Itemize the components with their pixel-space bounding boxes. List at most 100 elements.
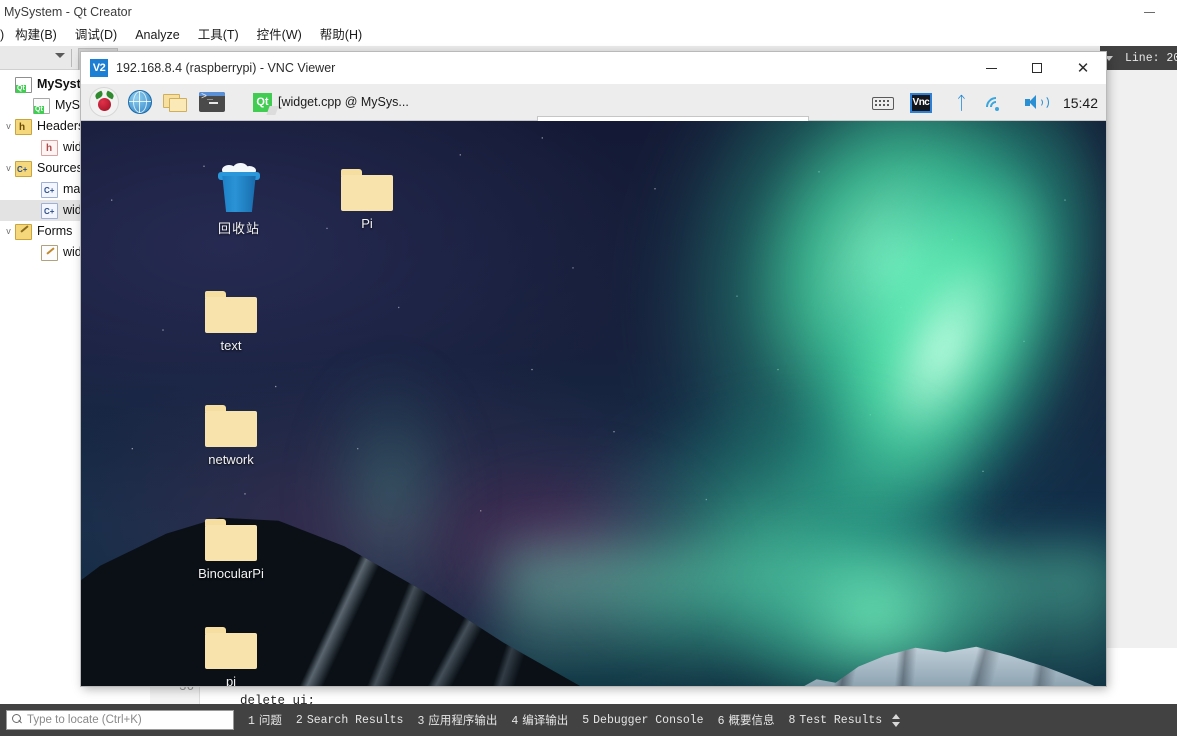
pane-number: 3: [417, 715, 425, 728]
pane-number: 6: [717, 715, 725, 728]
vnc-maximize-button[interactable]: [1014, 52, 1060, 84]
menu-item-widgets[interactable]: 控件(W): [248, 24, 311, 46]
desktop-icon-label: pi: [225, 674, 237, 686]
output-pane-spinner-buttons[interactable]: [892, 713, 901, 727]
pane-label: Search Results: [306, 713, 404, 727]
maximize-icon: [1032, 63, 1042, 73]
desktop-icon-text[interactable]: text: [183, 291, 279, 353]
output-pane-test-results[interactable]: 8 Test Results: [788, 714, 882, 727]
qt-creator-statusbar: Type to locate (Ctrl+K) 1 问题 2 Search Resu…: [0, 704, 1177, 736]
keyboard-key: [878, 99, 881, 102]
remote-desktop-area[interactable]: 回收站 Pi text network BinocularPi pi: [81, 121, 1106, 686]
keyboard-key: [886, 103, 889, 106]
locator-placeholder: Type to locate (Ctrl+K): [27, 714, 142, 726]
raspberry-berry: [98, 98, 111, 111]
vnc-minimize-button[interactable]: [968, 52, 1014, 84]
tree-item-label: Headers: [37, 119, 85, 133]
pane-number: 1: [248, 715, 255, 728]
folder-body: [205, 525, 257, 561]
vnc-window-title: 192.168.8.4 (raspberrypi) - VNC Viewer: [116, 61, 336, 75]
pane-number: 5: [582, 713, 590, 727]
vnc-logo-icon: V2: [90, 59, 108, 77]
vnc-server-tray-icon[interactable]: Vnc: [909, 91, 933, 115]
wifi-dot: [994, 106, 999, 111]
desktop-icon-label: 回收站: [217, 221, 260, 236]
folder-icon: [205, 519, 257, 561]
qt-app-icon: Qt: [253, 92, 272, 112]
chevron-up-icon[interactable]: [892, 713, 901, 719]
raspberry-pi-taskbar[interactable]: >_ Qt [widget.cpp @ MySys... Vnc ᛏ 15:42: [81, 84, 1106, 124]
clock[interactable]: 15:42: [1063, 95, 1098, 111]
output-pane-issues[interactable]: 1 问题: [248, 712, 282, 728]
locator-input[interactable]: Type to locate (Ctrl+K): [6, 710, 234, 730]
folder-icon: [205, 291, 257, 333]
tree-expander[interactable]: v: [2, 116, 15, 137]
folder-body: [205, 633, 257, 669]
vnc-badge-text: Vnc: [912, 97, 930, 108]
menu-item-tools[interactable]: 工具(T): [189, 24, 248, 46]
output-pane-debugger-console[interactable]: 5 Debugger Console: [582, 714, 703, 727]
terminal-cursor: [209, 102, 218, 104]
desktop-icon-network[interactable]: network: [183, 405, 279, 467]
wifi-icon[interactable]: [981, 91, 1011, 121]
desktop-icon-pi-lower[interactable]: pi: [183, 627, 279, 686]
browser-icon[interactable]: [125, 87, 155, 117]
line-source: delete ui;: [210, 694, 316, 704]
chevron-down-icon[interactable]: [1105, 55, 1113, 61]
editor-line-indicator-strip: Line: 20,: [1100, 46, 1177, 70]
folder-icon: [205, 405, 257, 447]
bluetooth-glyph: ᛏ: [955, 92, 967, 113]
system-tray: Vnc ᛏ 15:42: [871, 84, 1098, 121]
vnc-viewer-window[interactable]: V2 192.168.8.4 (raspberrypi) - VNC Viewe…: [81, 52, 1106, 686]
forms-folder-icon: [15, 223, 32, 240]
tree-expander[interactable]: v: [2, 158, 15, 179]
taskbar-button-label: [widget.cpp @ MySys...: [278, 95, 409, 109]
form-file-icon: [41, 244, 58, 261]
trash-can: [222, 176, 256, 212]
volume-icon[interactable]: [1023, 91, 1049, 115]
pane-number: 8: [788, 713, 796, 727]
output-pane-search-results[interactable]: 2 Search Results: [296, 714, 404, 727]
folder-icon: [205, 627, 257, 669]
file-manager-icon[interactable]: [161, 87, 191, 117]
terminal-icon[interactable]: >_: [197, 87, 227, 117]
qt-pro-file-icon: [33, 97, 50, 114]
output-pane-general-messages[interactable]: 6 概要信息: [718, 712, 775, 728]
menu-item-debug[interactable]: 调试(D): [66, 24, 126, 46]
qt-creator-title: MySystem - Qt Creator: [4, 5, 132, 19]
pane-label: 应用程序输出: [428, 715, 498, 728]
menu-item-help[interactable]: 帮助(H): [311, 24, 371, 46]
menu-item-build[interactable]: 构建(B): [6, 24, 66, 46]
desktop-icon-recycle-bin[interactable]: 回收站: [191, 163, 287, 237]
keyboard-key: [882, 99, 885, 102]
chevron-down-icon[interactable]: [892, 721, 901, 727]
folder-front: [169, 98, 187, 112]
sources-folder-icon: [15, 160, 32, 177]
output-pane-application-output[interactable]: 3 应用程序输出: [417, 712, 497, 728]
line-column-indicator[interactable]: Line: 20,: [1125, 52, 1177, 65]
keyboard-key: [874, 99, 877, 102]
output-pane-compile-output[interactable]: 4 编译输出: [511, 712, 568, 728]
tree-item-label: Sources: [37, 161, 83, 175]
chevron-down-icon[interactable]: [55, 53, 65, 58]
tree-expander[interactable]: v: [2, 221, 15, 242]
raspberry-menu-icon[interactable]: [89, 87, 119, 117]
minimize-icon: [985, 67, 997, 69]
desktop-icon-pi[interactable]: Pi: [319, 169, 415, 231]
cpp-file-icon: [41, 202, 58, 219]
vnc-close-button[interactable]: ✕: [1060, 52, 1106, 84]
qt-creator-minimize-button[interactable]: [1127, 0, 1171, 24]
headers-folder-icon: [15, 118, 32, 135]
qt-project-icon: [15, 76, 32, 93]
pane-label: Test Results: [799, 713, 883, 727]
desktop-icon-binocularpi[interactable]: BinocularPi: [183, 519, 279, 581]
menu-item-analyze[interactable]: Analyze: [126, 24, 188, 46]
keyboard-icon[interactable]: [871, 91, 895, 115]
taskbar-button-qtcreator[interactable]: Qt [widget.cpp @ MySys...: [247, 88, 415, 116]
keyboard-key: [886, 99, 889, 102]
vnc-titlebar[interactable]: V2 192.168.8.4 (raspberrypi) - VNC Viewe…: [81, 52, 1106, 84]
desktop-icon-label: text: [220, 338, 242, 353]
pane-label: 问题: [258, 715, 282, 728]
globe-ellipse: [133, 91, 147, 113]
bluetooth-icon[interactable]: ᛏ: [947, 91, 971, 115]
